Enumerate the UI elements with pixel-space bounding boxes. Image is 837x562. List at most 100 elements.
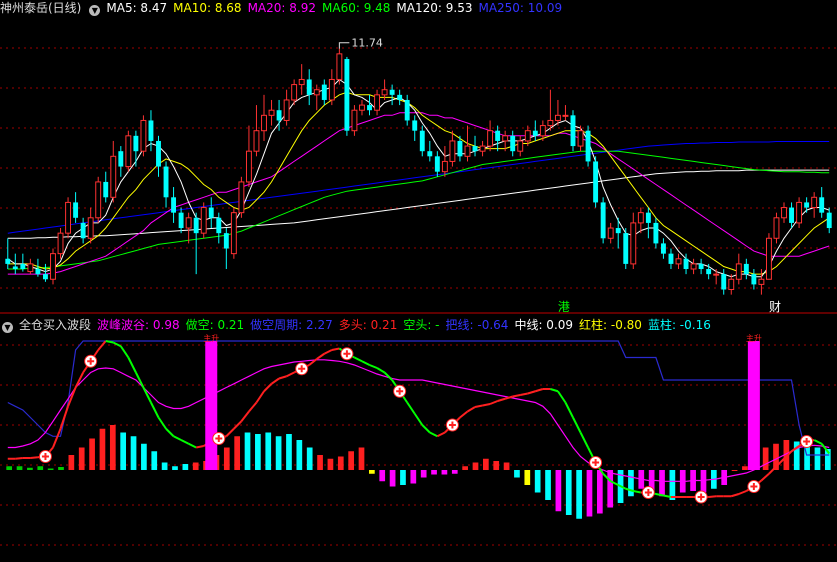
indicator-signals [38,341,814,504]
indicator-bar [286,434,292,470]
candle-body [502,135,509,142]
candle-body [125,135,132,168]
candle-body [313,89,320,96]
indicator-main-segment [52,428,62,448]
candle [472,135,478,157]
candle [427,140,433,162]
candle [690,258,697,275]
indicator-bar [659,470,665,497]
candle [193,212,199,275]
candle-body [367,105,372,111]
buy-signal-icon [84,354,98,368]
candle-body [690,263,697,270]
candle [156,135,161,177]
indicator-main-segment [270,377,280,385]
candle-body [57,232,64,255]
candle [171,187,177,223]
candle [532,120,538,141]
indicator-bar [27,467,33,470]
signal-pillar [205,341,218,470]
indicator-main-segment [188,442,197,449]
candle [735,253,742,285]
indicator-main-segment [550,388,559,393]
candle-body [524,130,531,142]
candle-body [554,114,561,121]
candle [245,125,252,188]
indicator-bar [317,455,323,470]
signal-pillar [747,341,760,470]
candle [336,48,343,85]
indicator-main-segment [413,413,424,426]
indicator-bar [493,461,500,470]
indicator-bar [545,470,551,500]
indicator-bar [182,464,189,470]
candle [577,125,584,152]
indicator-bar [244,432,251,470]
indicator-bar [141,443,147,470]
candle-body [298,78,305,86]
candle-body [306,79,312,95]
indicator-bar [596,470,603,514]
candle [185,212,192,244]
candle [223,228,229,270]
indicator-bar [814,447,821,470]
indicator-main-segment [535,388,544,393]
candle [668,248,674,270]
candle-body [539,125,546,137]
candle [306,69,312,106]
high-price-pointer [338,42,350,49]
indicator-bar [565,470,572,515]
indicator-main-segment [195,445,204,449]
stock-chart[interactable]: 11.74 港 财 主升 主升 [0,0,837,562]
candle-body [5,258,11,264]
moving-average-lines [7,78,830,278]
indicator-main-segment [459,410,469,419]
indicator-bar [700,470,707,493]
candle [359,99,365,116]
indicator-bar [503,462,510,470]
candle-body [804,202,810,208]
indicator-bar [223,447,230,470]
candle [751,269,757,290]
candle [73,192,79,223]
indicator-main-segment [760,473,770,482]
indicator-main-segment [406,401,416,415]
candle-body [148,120,154,141]
ma60-line [7,150,830,270]
candle [826,207,832,234]
indicator-bar [337,456,344,470]
indicator-bar [130,436,137,470]
ma120-line [7,169,830,239]
candle [765,233,772,280]
candle [607,222,614,244]
indicator-main-segment [248,401,258,413]
buy-signal-icon [641,486,655,499]
candle-body [216,217,222,234]
indicator-main-segment [730,493,740,498]
indicator-bar [234,436,241,470]
indicator-bar [389,470,396,487]
indicator-bar [151,451,158,470]
indicator-main-segment [173,435,182,441]
indicator-bar [441,470,448,475]
candle [804,197,810,213]
candle-body [735,263,742,280]
candle [253,105,260,157]
candle [600,197,606,244]
candle-body [208,207,214,218]
candle-body [479,145,486,152]
candle-body [336,53,343,80]
indicator-bar [669,470,676,500]
candle-body [50,253,56,280]
candle [87,207,94,244]
candle [653,217,659,249]
candle-body [80,222,86,239]
candle [178,207,184,234]
candle-body [472,146,478,152]
indicator-main-segment [369,364,378,369]
candle-body [721,274,727,290]
ma10-line [7,91,830,275]
candle [412,115,418,141]
candle-body [653,222,659,244]
candle [675,253,682,270]
